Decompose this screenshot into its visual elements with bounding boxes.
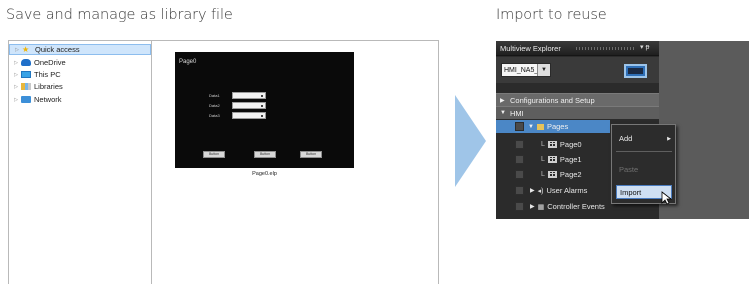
libraries-icon: [21, 83, 31, 90]
tree-item-label: User Alarms: [546, 186, 588, 195]
context-menu-paste[interactable]: Paste: [616, 163, 672, 177]
context-menu: Add ▶ Paste Import: [611, 124, 676, 205]
tree-item-label: Page2: [559, 170, 582, 179]
tree-item-pages[interactable]: ▼ Pages: [496, 120, 610, 133]
pin-icon[interactable]: ▾ ᵽ: [640, 43, 649, 51]
tree-branch-icon: L: [541, 141, 545, 148]
cloud-icon: [21, 59, 31, 66]
thumbnail-data-row: Data1: [209, 91, 266, 99]
nav-item-network[interactable]: ▷ Network: [9, 94, 151, 105]
expand-arrow-icon[interactable]: ▶: [500, 97, 510, 104]
thumbnail-data-row: Data2: [209, 101, 266, 109]
file-thumbnail[interactable]: Page0 Data1 Data2 Data3 Button Button Bu…: [175, 52, 354, 168]
nav-item-label: Network: [34, 95, 62, 104]
page-grid-icon: [547, 156, 557, 163]
right-caption: Import to reuse: [496, 7, 607, 23]
thumbnail-button: Button: [254, 151, 276, 158]
page-grid-icon: [547, 141, 557, 148]
nav-item-label: This PC: [34, 70, 61, 79]
event-list-icon: ▦: [537, 203, 545, 211]
context-menu-add[interactable]: Add ▶: [616, 132, 672, 146]
item-checkbox[interactable]: [515, 140, 524, 149]
submenu-arrow-icon: ▶: [667, 136, 671, 142]
nav-item-quick-access[interactable]: ▷ ★ Quick access: [9, 44, 151, 55]
nav-item-label: Quick access: [35, 45, 80, 54]
folder-icon: [536, 123, 544, 130]
collapse-arrow-icon[interactable]: ▼: [528, 124, 534, 130]
tree-item-label: Controller Events: [547, 202, 605, 211]
thumbnail-button: Button: [203, 151, 225, 158]
network-icon: [21, 96, 31, 103]
nav-item-label: OneDrive: [34, 58, 66, 67]
thumbnail-button: Button: [300, 151, 322, 158]
navigation-pane: ▷ ★ Quick access ▷ OneDrive ▷ This PC ▷ …: [9, 41, 152, 284]
tree-branch-icon: L: [541, 156, 545, 163]
file-name-label[interactable]: Page0.elp: [175, 171, 354, 177]
arrow-shape: [455, 95, 486, 187]
tree-item-label: Configurations and Setup: [510, 95, 595, 105]
tree-item-label: HMI: [510, 108, 524, 118]
drag-grip[interactable]: [576, 47, 636, 50]
device-select[interactable]: HMI_NA5_0 ▼: [501, 63, 551, 77]
expand-arrow-icon[interactable]: ▷: [12, 47, 22, 53]
tree-item-label: Page1: [559, 155, 582, 164]
cursor-shape: [661, 191, 673, 205]
tree-item-hmi[interactable]: ▼ HMI: [496, 106, 659, 119]
thumbnail-dropdown: [232, 111, 266, 119]
item-checkbox[interactable]: [515, 202, 524, 211]
tree-item-label: Pages: [546, 122, 569, 131]
panel-titlebar: Multiview Explorer ▾ ᵽ: [496, 41, 659, 56]
star-icon: ★: [22, 45, 30, 54]
file-explorer-window: ▷ ★ Quick access ▷ OneDrive ▷ This PC ▷ …: [8, 40, 439, 284]
left-caption: Save and manage as library file: [6, 7, 233, 23]
thumbnail-row-label: Data1: [209, 92, 220, 98]
expand-arrow-icon[interactable]: ▷: [11, 72, 21, 78]
thumbnail-dropdown: [232, 91, 266, 99]
thumbnail-data-row: Data3: [209, 111, 266, 119]
thumbnail-row-label: Data2: [209, 102, 220, 108]
item-checkbox[interactable]: [515, 186, 524, 195]
thumbnail-row-label: Data3: [209, 112, 220, 118]
expand-arrow-icon[interactable]: ▷: [11, 97, 21, 103]
nav-item-onedrive[interactable]: ▷ OneDrive: [9, 57, 151, 68]
collapse-arrow-icon[interactable]: ▼: [500, 110, 510, 116]
chevron-down-icon[interactable]: ▼: [537, 64, 550, 76]
tree-branch-icon: L: [541, 171, 545, 178]
item-checkbox[interactable]: [515, 155, 524, 164]
page-grid-icon: [547, 171, 557, 178]
panel-title: Multiview Explorer: [500, 44, 561, 53]
multiview-explorer-panel: Multiview Explorer ▾ ᵽ HMI_NA5_0 ▼ ▶ Con…: [496, 41, 749, 219]
file-content-pane: Page0 Data1 Data2 Data3 Button Button Bu…: [153, 41, 438, 284]
expand-arrow-icon[interactable]: ▶: [530, 187, 535, 194]
panel-toolbar: HMI_NA5_0 ▼: [496, 57, 659, 83]
expand-arrow-icon[interactable]: ▷: [11, 84, 21, 90]
menu-item-label: Add: [619, 134, 633, 143]
item-checkbox[interactable]: [515, 122, 524, 131]
tree-item-configurations[interactable]: ▶ Configurations and Setup: [496, 93, 659, 106]
expand-arrow-icon[interactable]: ▶: [530, 203, 535, 210]
computer-icon: [21, 71, 31, 78]
thumbnail-page-title: Page0: [179, 59, 197, 65]
speaker-icon: ◂): [537, 187, 544, 195]
monitor-icon[interactable]: [624, 64, 647, 78]
tree-item-label: Page0: [559, 140, 582, 149]
nav-item-this-pc[interactable]: ▷ This PC: [9, 69, 151, 80]
item-checkbox[interactable]: [515, 170, 524, 179]
mouse-cursor-icon: [661, 191, 673, 205]
nav-item-label: Libraries: [34, 82, 63, 91]
thumbnail-dropdown: [232, 101, 266, 109]
expand-arrow-icon[interactable]: ▷: [11, 60, 21, 66]
nav-item-libraries[interactable]: ▷ Libraries: [9, 81, 151, 92]
flow-arrow-icon: [455, 95, 486, 187]
menu-divider: [616, 151, 672, 152]
